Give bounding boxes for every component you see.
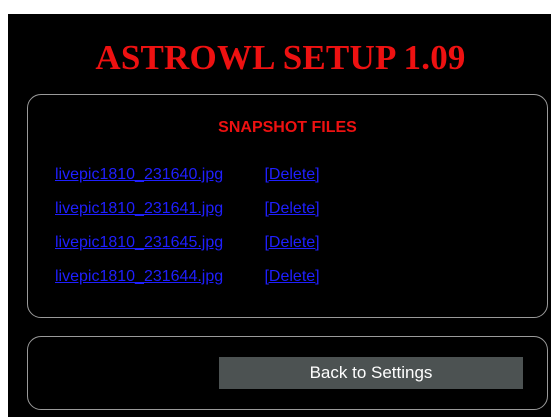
section-heading: SNAPSHOT FILES — [218, 119, 357, 136]
snapshot-file-list: livepic1810_231640.jpg Delete livepic181… — [55, 165, 320, 301]
delete-link[interactable]: Delete — [264, 200, 319, 217]
delete-link[interactable]: Delete — [264, 166, 319, 183]
snapshot-file-link[interactable]: livepic1810_231641.jpg — [55, 199, 260, 219]
list-item: livepic1810_231641.jpg Delete — [55, 199, 320, 233]
setup-screen: ASTROWL SETUP 1.09 SNAPSHOT FILES livepi… — [8, 14, 551, 417]
list-item: livepic1810_231644.jpg Delete — [55, 267, 320, 301]
list-item: livepic1810_231645.jpg Delete — [55, 233, 320, 267]
delete-link[interactable]: Delete — [264, 234, 319, 251]
snapshot-file-link[interactable]: livepic1810_231640.jpg — [55, 165, 260, 185]
back-to-settings-button[interactable]: Back to Settings — [219, 357, 523, 389]
snapshot-file-link[interactable]: livepic1810_231644.jpg — [55, 267, 260, 287]
list-item: livepic1810_231640.jpg Delete — [55, 165, 320, 199]
page-title: ASTROWL SETUP 1.09 — [95, 38, 466, 77]
navigation-panel: Back to Settings — [27, 336, 548, 410]
snapshot-file-link[interactable]: livepic1810_231645.jpg — [55, 233, 260, 253]
delete-link[interactable]: Delete — [264, 268, 319, 285]
snapshot-files-panel: SNAPSHOT FILES livepic1810_231640.jpg De… — [27, 94, 548, 318]
